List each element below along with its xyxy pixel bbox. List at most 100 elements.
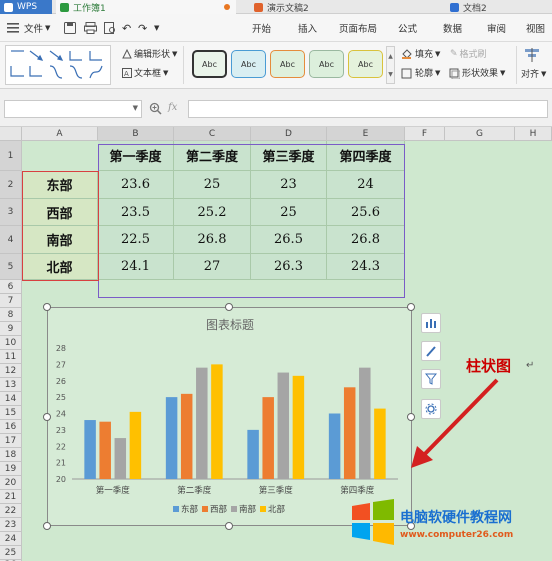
tab-document2[interactable]: 文档2 — [446, 0, 552, 14]
table-header-cell[interactable]: 第二季度 — [174, 141, 251, 171]
value-cell[interactable]: 24 — [327, 171, 405, 199]
file-menu[interactable]: 文件 ▼ — [24, 14, 50, 42]
undo-icon[interactable]: ↶ — [122, 14, 131, 42]
resize-handle[interactable] — [225, 522, 233, 530]
resize-handle[interactable] — [43, 522, 51, 530]
row-header-5[interactable]: 5 — [0, 254, 22, 280]
print-preview-icon[interactable] — [104, 22, 116, 34]
resize-handle[interactable] — [43, 303, 51, 311]
column-header-a[interactable]: A — [22, 127, 98, 141]
menu-page-layout[interactable]: 页面布局 — [339, 14, 377, 42]
tab-wps[interactable]: WPS — [0, 0, 52, 14]
table-header-cell[interactable]: 第四季度 — [327, 141, 405, 171]
tab-presentation2[interactable]: 演示文稿2 — [250, 0, 425, 14]
region-cell[interactable]: 北部 — [22, 254, 98, 280]
value-cell[interactable]: 23.5 — [98, 199, 174, 226]
region-cell[interactable]: 南部 — [22, 226, 98, 254]
bar-chart[interactable]: 图表标题 20 21 22 23 24 25 26 27 28 第一季度 第二季度 第三季度 第四季度 东部… — [47, 307, 412, 526]
shape-style-1[interactable]: Abc — [192, 50, 227, 78]
menu-home[interactable]: 开始 — [252, 14, 271, 42]
select-all-corner[interactable] — [0, 127, 22, 141]
style-gallery-scroll[interactable]: ▲ ▼ — [386, 46, 395, 84]
menu-view[interactable]: 视图 — [526, 14, 545, 42]
print-icon[interactable] — [84, 22, 97, 34]
value-cell[interactable]: 25.6 — [327, 199, 405, 226]
value-cell[interactable]: 26.8 — [327, 226, 405, 254]
region-cell[interactable]: 东部 — [22, 171, 98, 199]
table-header-cell[interactable]: 第一季度 — [98, 141, 174, 171]
text-box-button[interactable]: 文本框 ▼ — [134, 66, 168, 80]
edit-shape-button[interactable]: 编辑形状 ▼ — [134, 47, 177, 61]
value-cell[interactable]: 25 — [251, 199, 327, 226]
hamburger-menu-icon[interactable] — [7, 23, 19, 33]
zoom-icon[interactable] — [149, 102, 162, 115]
row-header-14[interactable]: 14 — [0, 392, 22, 406]
tab-workbook1[interactable]: 工作簿1 — [56, 0, 236, 14]
row-header-16[interactable]: 16 — [0, 420, 22, 434]
value-cell[interactable]: 24.3 — [327, 254, 405, 280]
row-header-8[interactable]: 8 — [0, 308, 22, 322]
shape-style-2[interactable]: Abc — [231, 50, 266, 78]
shape-style-4[interactable]: Abc — [309, 50, 344, 78]
column-header-b[interactable]: B — [98, 127, 174, 141]
function-icon[interactable]: fx — [168, 102, 177, 113]
fill-button[interactable]: 填充 ▼ — [415, 47, 440, 61]
value-cell[interactable]: 26.5 — [251, 226, 327, 254]
quick-access-chevron-icon[interactable]: ▼ — [154, 14, 159, 42]
row-header-25[interactable]: 25 — [0, 546, 22, 560]
table-header-cell[interactable]: 第三季度 — [251, 141, 327, 171]
row-header-24[interactable]: 24 — [0, 532, 22, 546]
name-box[interactable]: ▼ — [4, 100, 142, 118]
row-header-13[interactable]: 13 — [0, 378, 22, 392]
row-header-23[interactable]: 23 — [0, 518, 22, 532]
redo-icon[interactable]: ↷ — [138, 14, 147, 42]
chart-elements-button[interactable] — [421, 313, 441, 333]
row-header-15[interactable]: 15 — [0, 406, 22, 420]
row-header-2[interactable]: 2 — [0, 171, 22, 199]
value-cell[interactable]: 25.2 — [174, 199, 251, 226]
menu-data[interactable]: 数据 — [443, 14, 462, 42]
value-cell[interactable]: 24.1 — [98, 254, 174, 280]
value-cell[interactable]: 26.3 — [251, 254, 327, 280]
value-cell[interactable]: 23 — [251, 171, 327, 199]
value-cell[interactable]: 25 — [174, 171, 251, 199]
resize-handle[interactable] — [43, 413, 51, 421]
row-header-7[interactable]: 7 — [0, 294, 22, 308]
menu-review[interactable]: 审阅 — [487, 14, 506, 42]
formula-input[interactable] — [188, 100, 548, 118]
column-header-h[interactable]: H — [515, 127, 552, 141]
shape-gallery[interactable] — [5, 45, 111, 85]
chart-style-button[interactable] — [421, 341, 441, 361]
row-header-1[interactable]: 1 — [0, 141, 22, 171]
resize-handle[interactable] — [407, 303, 415, 311]
row-header-6[interactable]: 6 — [0, 280, 22, 294]
row-header-9[interactable]: 9 — [0, 322, 22, 336]
row-header-4[interactable]: 4 — [0, 226, 22, 254]
column-header-g[interactable]: G — [445, 127, 515, 141]
format-painter-button[interactable]: ✎ 格式刷 — [450, 47, 487, 61]
value-cell[interactable]: 22.5 — [98, 226, 174, 254]
row-header-19[interactable]: 19 — [0, 462, 22, 476]
resize-handle[interactable] — [225, 303, 233, 311]
save-icon[interactable] — [64, 22, 76, 34]
region-cell[interactable]: 西部 — [22, 199, 98, 226]
column-header-f[interactable]: F — [405, 127, 445, 141]
menu-insert[interactable]: 插入 — [298, 14, 317, 42]
align-button[interactable]: 对齐 ▼ — [521, 67, 546, 81]
row-header-22[interactable]: 22 — [0, 504, 22, 518]
column-header-c[interactable]: C — [174, 127, 251, 141]
row-header-17[interactable]: 17 — [0, 434, 22, 448]
outline-button[interactable]: 轮廓 ▼ — [415, 66, 440, 80]
shape-effect-button[interactable]: 形状效果 ▼ — [462, 66, 505, 80]
shape-style-5[interactable]: Abc — [348, 50, 383, 78]
row-header-20[interactable]: 20 — [0, 476, 22, 490]
row-header-3[interactable]: 3 — [0, 199, 22, 226]
value-cell[interactable]: 27 — [174, 254, 251, 280]
menu-formulas[interactable]: 公式 — [398, 14, 417, 42]
row-header-11[interactable]: 11 — [0, 350, 22, 364]
column-header-d[interactable]: D — [251, 127, 327, 141]
shape-style-3[interactable]: Abc — [270, 50, 305, 78]
row-header-18[interactable]: 18 — [0, 448, 22, 462]
row-header-12[interactable]: 12 — [0, 364, 22, 378]
row-header-21[interactable]: 21 — [0, 490, 22, 504]
